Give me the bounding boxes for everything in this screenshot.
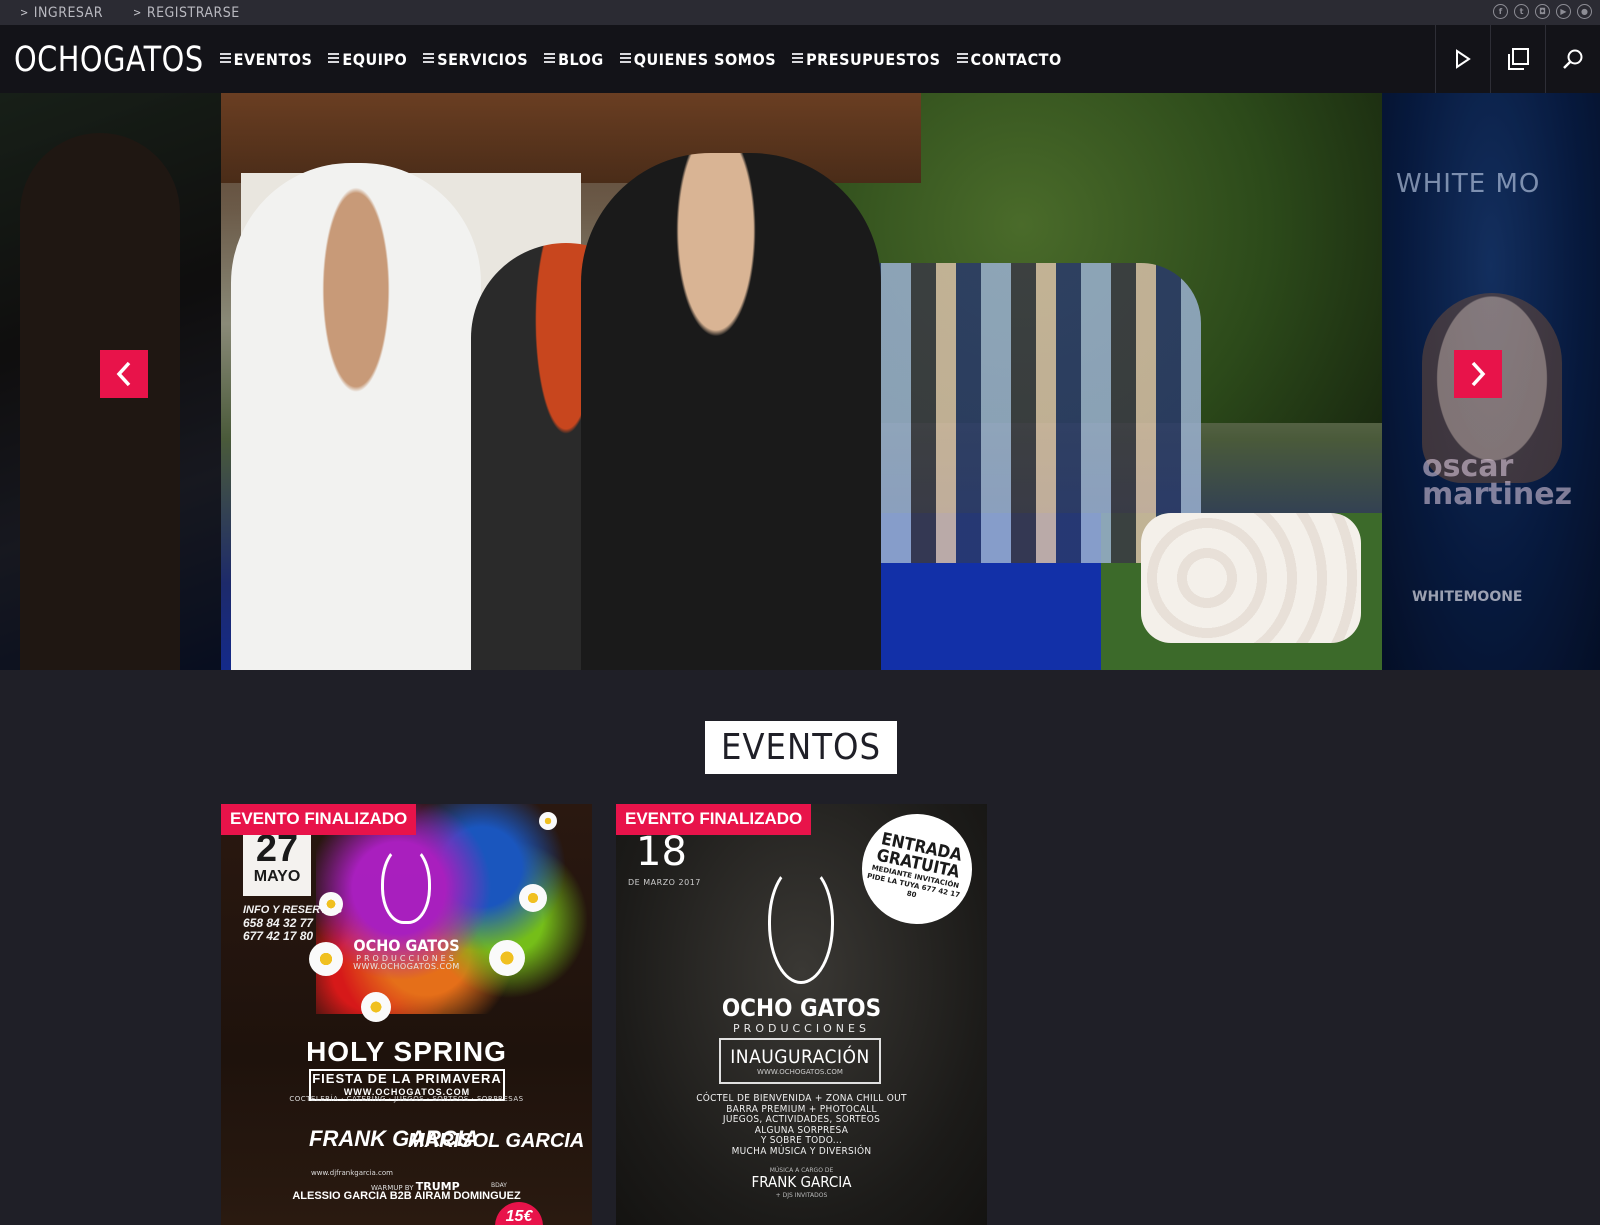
event-name-box: INAUGURACIÓN WWW.OCHOGATOS.COM <box>719 1038 881 1084</box>
slide-current[interactable] <box>221 93 1382 670</box>
facebook-icon[interactable]: f <box>1493 4 1508 19</box>
photo-pillows <box>1141 513 1361 643</box>
event-name: HOLY SPRING <box>306 1036 507 1067</box>
flower-icon <box>539 812 557 830</box>
nav-item-equipo[interactable]: EQUIPO <box>328 50 407 69</box>
hero-slider: WHITE MO oscar martinez WHITEMOONE <box>0 93 1600 670</box>
event-card-holy-spring[interactable]: EVENTO FINALIZADO 27 MAYO INFO Y RESERVA… <box>221 804 592 1225</box>
menu-bars-icon <box>219 53 231 65</box>
section-title-eventos: EVENTOS <box>705 721 897 774</box>
photo-person-black-shirt <box>581 153 881 670</box>
play-icon <box>1456 49 1471 69</box>
search-icon <box>1563 49 1583 69</box>
brand-url: WWW.OCHOGATOS.COM <box>353 962 460 971</box>
chevron-right-icon: > <box>133 6 142 19</box>
event-detail-line: CÓCTEL DE BIENVENIDA + ZONA CHILL OUT <box>696 1093 907 1104</box>
nav-item-presupuestos[interactable]: PRESUPUESTOS <box>792 50 940 69</box>
status-badge: EVENTO FINALIZADO <box>616 804 812 835</box>
brand-name: OCHO GATOS <box>721 994 882 1022</box>
event-date: 27 MAYO <box>243 830 311 896</box>
register-link[interactable]: > REGISTRARSE <box>133 5 240 21</box>
dj-guests: + DJS INVITADOS <box>775 1192 828 1199</box>
flower-icon <box>519 884 547 912</box>
nav-item-label: SERVICIOS <box>437 49 529 69</box>
main-menu: EVENTOS EQUIPO SERVICIOS BLOG QUIENES SO… <box>219 49 1078 69</box>
nav-item-label: QUIENES SOMOS <box>633 49 777 69</box>
nav-item-quienes-somos[interactable]: QUIENES SOMOS <box>619 49 777 69</box>
nav-item-label: PRESUPUESTOS <box>806 49 941 69</box>
flower-icon <box>361 992 391 1022</box>
event-date-month: MAYO <box>253 868 301 885</box>
site-logo[interactable]: OCHOGATOS <box>14 38 204 79</box>
event-date-month: DE MARZO 2017 <box>628 878 701 887</box>
slide-artist: oscar martinez <box>1422 449 1573 512</box>
nav-item-blog[interactable]: BLOG <box>544 50 604 69</box>
nav-item-eventos[interactable]: EVENTOS <box>219 49 313 69</box>
main-navbar: OCHOGATOS EVENTOS EQUIPO SERVICIOS BLOG … <box>0 25 1600 93</box>
nav-item-label: EQUIPO <box>342 49 408 69</box>
nav-actions <box>1435 25 1600 93</box>
chevron-left-icon <box>116 361 131 387</box>
event-date-day: 18 <box>636 829 687 875</box>
dj-name: FRANK GARCIA <box>751 1173 852 1191</box>
play-button[interactable] <box>1435 25 1490 93</box>
event-subtitle: FIESTA DE LA PRIMAVERA <box>312 1071 502 1086</box>
nav-item-label: BLOG <box>558 49 604 69</box>
menu-bars-icon <box>619 53 631 65</box>
nav-item-contacto[interactable]: CONTACTO <box>956 49 1062 69</box>
photo-person-white-shirt <box>231 163 481 670</box>
youtube-icon[interactable]: ▶ <box>1556 4 1571 19</box>
chevron-right-icon <box>1471 361 1486 387</box>
photo-person-silhouette <box>20 133 180 670</box>
twitter-icon[interactable]: t <box>1514 4 1529 19</box>
color-splash-art <box>316 804 592 1014</box>
flickr-icon[interactable]: ● <box>1577 4 1592 19</box>
login-link[interactable]: > INGRESAR <box>20 5 103 21</box>
event-details: CÓCTEL DE BIENVENIDA + ZONA CHILL OUT BA… <box>616 1093 987 1158</box>
gallery-button[interactable] <box>1490 25 1545 93</box>
brand-name: OCHO GATOS <box>353 936 460 955</box>
menu-bars-icon <box>792 53 804 65</box>
lineup: ALESSIO GARCIA B2B AIRAM DOMINGUEZ <box>292 1190 521 1202</box>
bday-label: BDAY <box>491 1182 507 1189</box>
slider-prev-button[interactable] <box>100 350 148 398</box>
event-detail-line: MUCHA MÚSICA Y DIVERSIÓN <box>731 1145 872 1157</box>
social-icons: f t ◘ ▶ ● <box>1493 4 1592 19</box>
flower-icon <box>319 892 343 916</box>
copy-icon <box>1508 48 1529 70</box>
top-utility-bar: > INGRESAR > REGISTRARSE f t ◘ ▶ ● <box>0 0 1600 25</box>
cat-logo-icon <box>381 844 431 924</box>
event-name: INAUGURACIÓN <box>730 1046 870 1068</box>
dj-marisol-garcia: MARISOL GARCIA <box>408 1130 585 1152</box>
menu-bars-icon <box>544 53 556 65</box>
event-date-day: 27 <box>255 828 299 870</box>
cat-logo-icon <box>768 864 834 984</box>
price-badge: 15€ <box>495 1202 543 1225</box>
event-card-inauguracion[interactable]: EVENTO FINALIZADO 18 DE MARZO 2017 ENTRA… <box>616 804 987 1225</box>
event-url: WWW.OCHOGATOS.COM <box>757 1068 843 1076</box>
status-badge: EVENTO FINALIZADO <box>221 804 417 835</box>
login-label: INGRESAR <box>33 4 104 21</box>
free-entry-seal: ENTRADA GRATUITA MEDIANTE INVITACIÓN PID… <box>856 808 978 930</box>
nav-item-label: CONTACTO <box>970 49 1062 69</box>
nav-item-label: EVENTOS <box>233 49 313 69</box>
slide-brand: WHITE MO <box>1396 169 1541 199</box>
menu-bars-icon <box>328 53 340 65</box>
slide-handle: WHITEMOONE <box>1412 589 1523 605</box>
event-tagline: COCTELERÍA · CATERING · JUEGOS · SORTEOS… <box>289 1095 524 1103</box>
search-button[interactable] <box>1545 25 1600 93</box>
dj-url: www.djfrankgarcia.com <box>311 1169 393 1177</box>
slider-next-button[interactable] <box>1454 350 1502 398</box>
chevron-right-icon: > <box>20 6 29 19</box>
instagram-icon[interactable]: ◘ <box>1535 4 1550 19</box>
menu-bars-icon <box>423 53 435 65</box>
brand-sub: PRODUCCIONES <box>733 1022 870 1035</box>
register-label: REGISTRARSE <box>146 4 240 21</box>
nav-item-servicios[interactable]: SERVICIOS <box>423 50 528 69</box>
menu-bars-icon <box>956 53 968 65</box>
